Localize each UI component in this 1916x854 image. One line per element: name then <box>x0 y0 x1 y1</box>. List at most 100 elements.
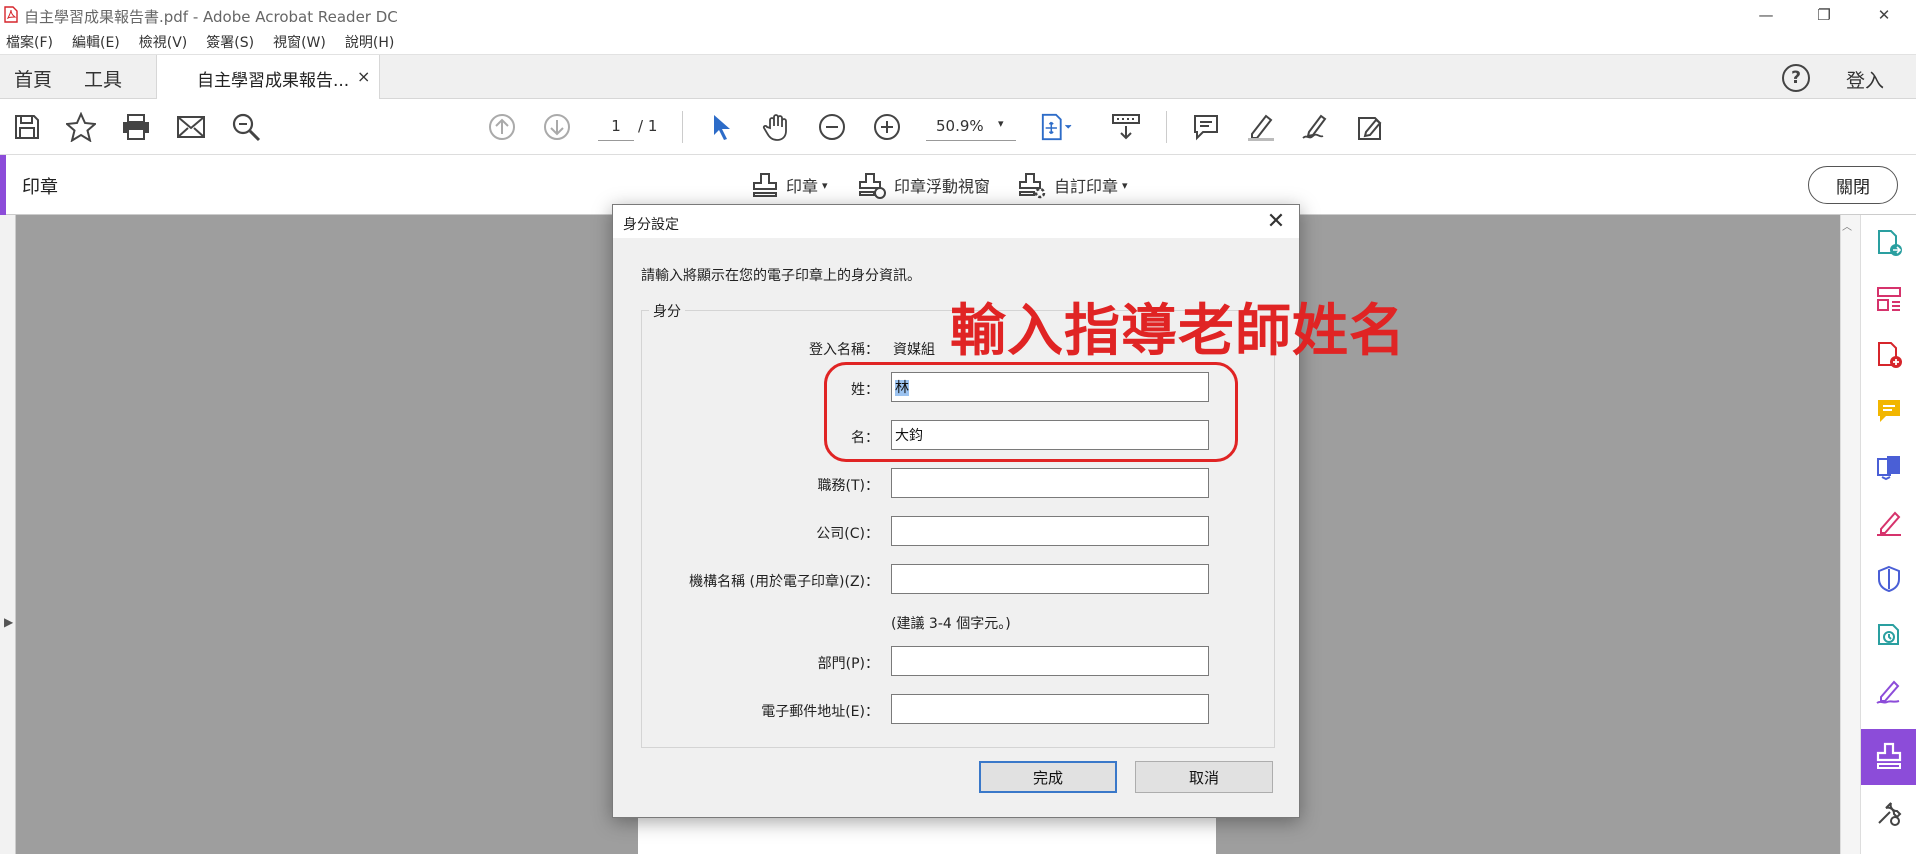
custom-stamps-button[interactable]: 自訂印章 ▾ <box>1018 169 1128 201</box>
window-title: 自主學習成果報告書.pdf - Adobe Acrobat Reader DC <box>24 8 398 26</box>
page-number-input[interactable]: 1 <box>598 111 634 141</box>
acrobat-pdf-icon <box>4 6 18 23</box>
email-icon[interactable] <box>175 111 207 143</box>
highlight-pen-icon[interactable] <box>1245 111 1277 143</box>
protect-shield-icon[interactable] <box>1873 563 1905 595</box>
more-tools-icon[interactable] <box>1355 111 1387 143</box>
vertical-scrollbar[interactable] <box>1840 215 1860 854</box>
previous-page-icon[interactable] <box>486 111 518 143</box>
stamp-palette-icon <box>859 173 886 199</box>
menu-sign[interactable]: 簽署(S) <box>206 32 254 52</box>
custom-stamps-label: 自訂印章 <box>1054 177 1119 196</box>
print-icon[interactable] <box>120 111 152 143</box>
company-input[interactable] <box>891 516 1209 546</box>
dialog-close-button[interactable]: ✕ <box>1261 208 1291 234</box>
stamp-palette-button[interactable]: 印章浮動視窗 <box>858 169 990 201</box>
tab-home[interactable]: 首頁 <box>14 65 52 92</box>
zoom-level-value: 50.9% <box>936 117 984 135</box>
dialog-title: 身分設定 <box>623 217 679 233</box>
close-tool-button[interactable]: 關閉 <box>1808 166 1898 204</box>
fill-sign-icon[interactable] <box>1300 111 1332 143</box>
search-icon[interactable] <box>230 111 262 143</box>
cancel-button[interactable]: 取消 <box>1135 761 1273 793</box>
restore-button[interactable]: ❐ <box>1796 0 1852 30</box>
custom-stamp-icon <box>1019 173 1046 199</box>
sign-in-link[interactable]: 登入 <box>1846 66 1884 93</box>
menu-view[interactable]: 檢視(V) <box>139 32 188 52</box>
window-close-button[interactable]: ✕ <box>1856 0 1912 30</box>
department-label: 部門(P)： <box>817 656 879 672</box>
stamp-tool-title: 印章 <box>22 177 58 198</box>
stamp-tool-accent <box>0 155 6 215</box>
zoom-out-icon[interactable] <box>816 111 848 143</box>
toolbar-divider <box>1166 111 1167 143</box>
minimize-icon: — <box>1758 6 1774 24</box>
email-input[interactable] <box>891 694 1209 724</box>
next-page-icon[interactable] <box>541 111 573 143</box>
fit-page-icon[interactable] <box>1040 111 1072 143</box>
document-tab-label: 自主學習成果報告... <box>197 71 350 91</box>
annotation-text: 輸入指導老師姓名 <box>950 299 1406 364</box>
stamp-tool-active[interactable] <box>1861 729 1916 785</box>
select-cursor-icon[interactable] <box>706 111 738 143</box>
export-pdf-icon[interactable] <box>1873 227 1905 259</box>
close-icon: ✕ <box>1877 6 1891 24</box>
save-icon[interactable] <box>11 111 43 143</box>
menu-window[interactable]: 視窗(W) <box>273 32 326 52</box>
tab-document[interactable]: 自主學習成果報告... × <box>156 55 380 100</box>
email-label: 電子郵件地址(E)： <box>761 704 879 720</box>
stamp-icon <box>753 173 777 197</box>
comment-icon[interactable] <box>1190 111 1222 143</box>
organization-label: 機構名稱 (用於電子印章)(Z)： <box>689 574 879 590</box>
department-input[interactable] <box>891 646 1209 676</box>
expand-left-panel-icon[interactable]: ▶ <box>4 615 13 629</box>
organize-pages-icon[interactable] <box>1873 283 1905 315</box>
right-tools-panel <box>1860 215 1916 854</box>
restore-icon: ❐ <box>1817 6 1831 24</box>
company-label: 公司(C)： <box>816 526 879 542</box>
left-panel-toggle-strip[interactable]: ▶ <box>0 215 16 854</box>
login-name-value: 資媒組 <box>893 342 935 358</box>
scroll-mode-icon[interactable] <box>1110 111 1142 143</box>
menu-file[interactable]: 檔案(F) <box>6 32 53 52</box>
identity-group-label: 身分 <box>649 301 685 321</box>
page-total: / 1 <box>638 117 658 135</box>
stamps-menu-label: 印章 <box>786 177 819 196</box>
stamp-palette-label: 印章浮動視窗 <box>894 177 991 196</box>
close-icon: ✕ <box>1266 208 1286 234</box>
fill-and-sign-icon[interactable] <box>1873 507 1905 539</box>
chevron-down-icon: ▾ <box>822 178 828 192</box>
minimize-button[interactable]: — <box>1738 0 1794 30</box>
complete-button[interactable]: 完成 <box>979 761 1117 793</box>
dialog-titlebar: 身分設定 ✕ <box>613 205 1299 238</box>
zoom-in-icon[interactable] <box>871 111 903 143</box>
hand-tool-icon[interactable] <box>761 111 793 143</box>
annotation-highlight-box <box>824 362 1238 462</box>
tab-close-icon[interactable]: × <box>357 67 370 86</box>
title-input[interactable] <box>891 468 1209 498</box>
request-signature-icon[interactable] <box>1873 675 1905 707</box>
more-tools-wrench-icon[interactable] <box>1873 797 1905 829</box>
menu-help[interactable]: 說明(H) <box>345 32 394 52</box>
menu-bar: 檔案(F) 編輯(E) 檢視(V) 簽署(S) 視窗(W) 說明(H) <box>0 30 1916 54</box>
organization-hint: (建議 3-4 個字元。) <box>891 616 1011 632</box>
window-titlebar: 自主學習成果報告書.pdf - Adobe Acrobat Reader DC … <box>0 0 1916 30</box>
login-name-label: 登入名稱： <box>809 342 879 358</box>
scroll-up-icon[interactable]: ︿ <box>1842 218 1852 233</box>
stamp-icon <box>1876 742 1902 769</box>
menu-edit[interactable]: 編輯(E) <box>72 32 120 52</box>
tab-bar: 首頁 工具 自主學習成果報告... × ? 登入 <box>0 54 1916 100</box>
bookmark-star-icon[interactable] <box>65 111 97 143</box>
main-toolbar: 1 / 1 50.9% ▾ <box>0 99 1916 155</box>
toolbar-divider <box>682 111 683 143</box>
dialog-instruction: 請輸入將顯示在您的電子印章上的身分資訊。 <box>641 268 921 284</box>
create-pdf-icon[interactable] <box>1873 339 1905 371</box>
organization-input[interactable] <box>891 564 1209 594</box>
send-for-review-icon[interactable] <box>1873 619 1905 651</box>
comment-tool-icon[interactable] <box>1873 395 1905 427</box>
help-icon[interactable]: ? <box>1782 64 1810 92</box>
combine-files-icon[interactable] <box>1873 451 1905 483</box>
stamps-menu-button[interactable]: 印章 ▾ <box>752 169 828 201</box>
tab-tools[interactable]: 工具 <box>84 65 122 92</box>
chevron-down-icon[interactable]: ▾ <box>998 117 1004 130</box>
